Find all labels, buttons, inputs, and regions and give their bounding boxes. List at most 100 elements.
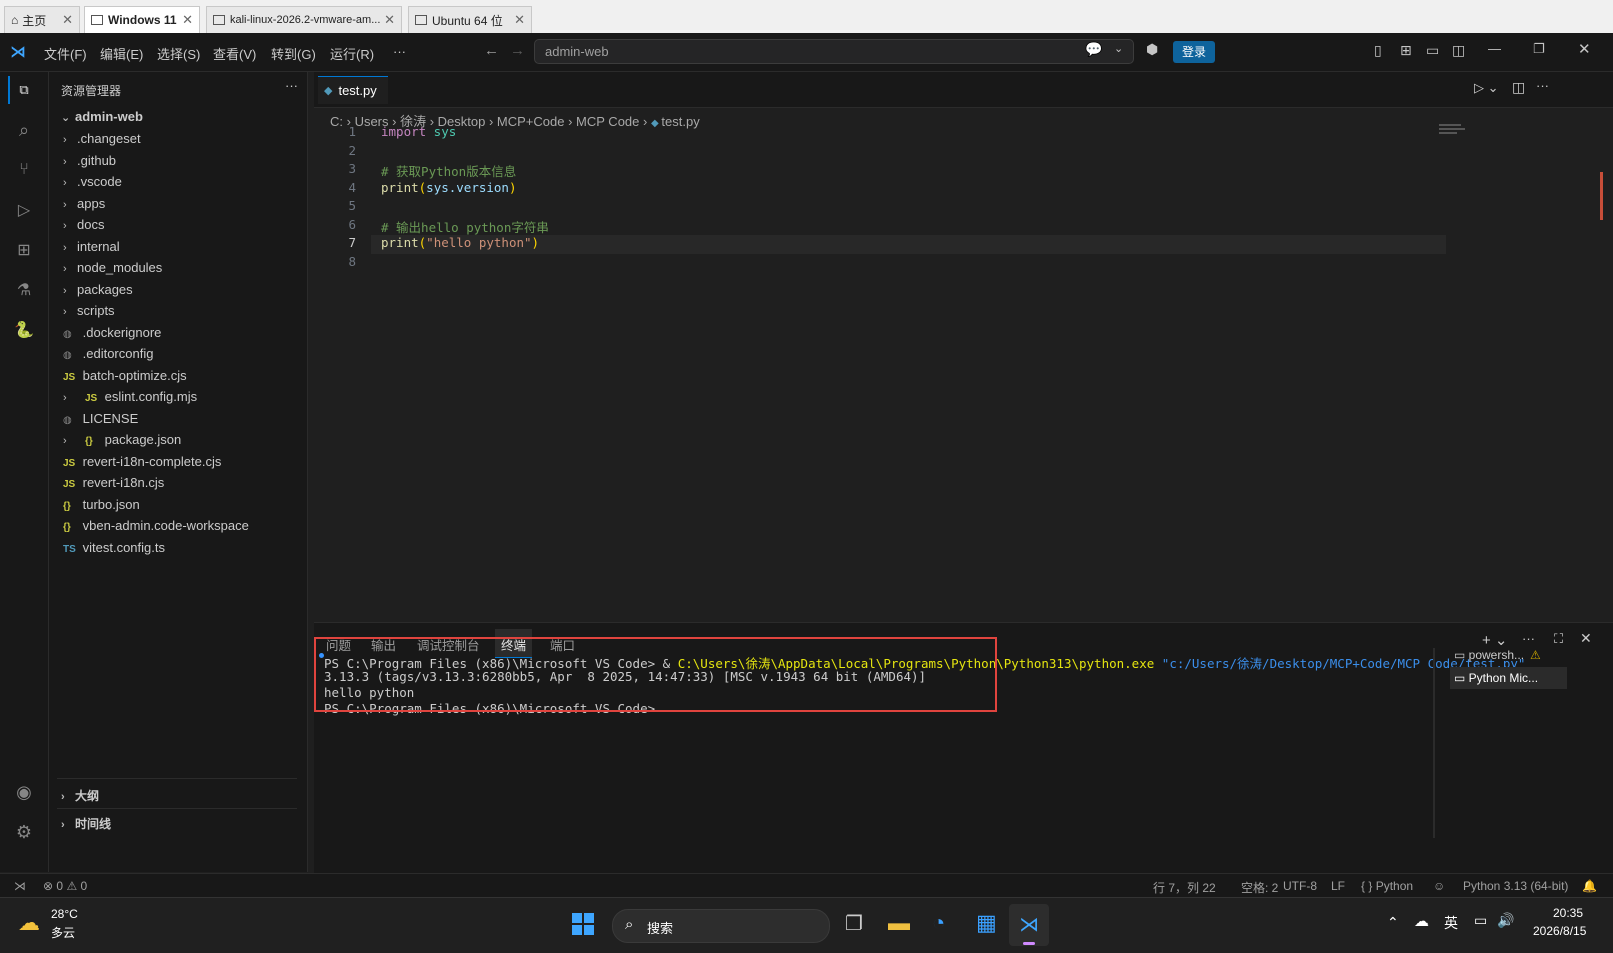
tree-item[interactable]: › apps bbox=[63, 193, 105, 215]
tree-item[interactable]: › JS eslint.config.mjs bbox=[63, 386, 197, 408]
menu-run[interactable]: 运行(R) bbox=[330, 44, 374, 63]
workspace-root[interactable]: ⌄ admin-web bbox=[61, 106, 143, 128]
scrollbar[interactable] bbox=[1600, 172, 1603, 220]
vm-tab-home[interactable]: ⌂ 主页 ✕ bbox=[4, 6, 80, 33]
code-line[interactable]: # 输出hello python字符串 bbox=[381, 217, 549, 236]
code-line[interactable]: # 获取Python版本信息 bbox=[381, 161, 516, 180]
forward-arrow-icon[interactable]: → bbox=[510, 42, 525, 59]
indentation[interactable]: 空格: 2 bbox=[1241, 879, 1278, 896]
copilot-chat-icon[interactable]: 💬 bbox=[1085, 41, 1102, 58]
back-arrow-icon[interactable]: ← bbox=[484, 42, 499, 59]
settings-gear-icon[interactable]: ⚙ bbox=[10, 818, 38, 846]
vm-tab-kali[interactable]: kali-linux-2026.2-vmware-am... ✕ bbox=[206, 6, 402, 33]
task-view-icon[interactable]: ❐ bbox=[845, 911, 863, 936]
editor-more-icon[interactable]: ··· bbox=[1536, 78, 1549, 93]
tree-item[interactable]: {} vben-admin.code-workspace bbox=[63, 515, 249, 537]
tree-item[interactable]: › docs bbox=[63, 214, 104, 236]
minimap[interactable] bbox=[1439, 124, 1469, 136]
close-icon[interactable]: ✕ bbox=[384, 12, 395, 28]
menu-file[interactable]: 文件(F) bbox=[44, 44, 87, 63]
breadcrumb-item[interactable]: MCP Code bbox=[576, 114, 639, 129]
explorer-icon[interactable]: ⧉ bbox=[8, 76, 38, 104]
onedrive-icon[interactable]: ☁ bbox=[1414, 912, 1429, 930]
problems-status[interactable]: ⊗ 0 ⚠ 0 bbox=[43, 879, 87, 893]
python-interpreter[interactable]: Python 3.13 (64-bit) bbox=[1463, 879, 1568, 893]
menu-edit[interactable]: 编辑(E) bbox=[100, 44, 143, 63]
tree-item[interactable]: › .github bbox=[63, 150, 116, 172]
copilot-icon[interactable]: ☺ bbox=[1433, 879, 1445, 893]
ime-indicator[interactable]: 英 bbox=[1444, 913, 1458, 933]
vm-tab-ubuntu[interactable]: Ubuntu 64 位 ✕ bbox=[408, 6, 532, 33]
vscode-taskbar-button[interactable]: ⋊ bbox=[1009, 904, 1049, 946]
close-panel-icon[interactable]: ✕ bbox=[1580, 630, 1592, 647]
breadcrumb-item[interactable]: test.py bbox=[661, 114, 699, 129]
notifications-bell-icon[interactable]: 🔔 bbox=[1582, 879, 1597, 893]
network-icon[interactable]: ▭ bbox=[1474, 912, 1487, 929]
account-icon[interactable]: ◉ bbox=[10, 778, 38, 806]
terminal-list-item-active[interactable]: ▭ Python Mic... bbox=[1450, 667, 1567, 689]
close-icon[interactable]: ✕ bbox=[62, 12, 73, 28]
menu-view[interactable]: 查看(V) bbox=[213, 44, 256, 63]
terminal-list-item[interactable]: ▭ powersh... ⚠ bbox=[1454, 645, 1579, 665]
code-line[interactable]: print("hello python") bbox=[381, 235, 539, 250]
store-icon[interactable]: ▦ bbox=[976, 910, 997, 936]
tree-item[interactable]: › packages bbox=[63, 279, 133, 301]
minimize-icon[interactable]: — bbox=[1488, 41, 1501, 56]
language-mode[interactable]: { } Python bbox=[1361, 879, 1413, 893]
testing-icon[interactable]: ⚗ bbox=[10, 276, 38, 304]
taskbar-search[interactable]: ⌕ 搜索 bbox=[612, 909, 830, 943]
volume-icon[interactable]: 🔊 bbox=[1497, 912, 1514, 929]
tree-item[interactable]: › .vscode bbox=[63, 171, 122, 193]
clock-date[interactable]: 2026/8/15 bbox=[1533, 924, 1586, 938]
toggle-secondary-sidebar-icon[interactable]: ◫ bbox=[1452, 42, 1465, 59]
breadcrumb-item[interactable]: MCP+Code bbox=[497, 114, 565, 129]
tree-item[interactable]: {} turbo.json bbox=[63, 494, 140, 516]
run-debug-icon[interactable]: ▷ bbox=[10, 196, 38, 224]
end-of-line[interactable]: LF bbox=[1331, 879, 1345, 893]
edge-icon[interactable]: ◔ bbox=[932, 910, 945, 936]
search-icon[interactable]: ⌕ bbox=[10, 116, 38, 144]
remote-icon[interactable]: ⋊ bbox=[14, 879, 26, 893]
toggle-sidebar-icon[interactable]: ▯ bbox=[1374, 42, 1382, 59]
weather-temp[interactable]: 28°C bbox=[51, 907, 78, 921]
close-icon[interactable]: ✕ bbox=[182, 12, 193, 28]
customize-layout-icon[interactable]: ⊞ bbox=[1400, 42, 1412, 59]
clock-time[interactable]: 20:35 bbox=[1553, 906, 1583, 920]
vm-tab-windows11[interactable]: Windows 11 ✕ bbox=[84, 6, 200, 33]
tree-item[interactable]: ◍ .editorconfig bbox=[63, 343, 153, 365]
start-windows-icon[interactable] bbox=[572, 913, 594, 935]
tree-item[interactable]: ◍ LICENSE bbox=[63, 408, 138, 430]
tree-item[interactable]: TS vitest.config.ts bbox=[63, 537, 165, 559]
toggle-panel-icon[interactable]: ▭ bbox=[1426, 42, 1439, 59]
tree-item[interactable]: ◍ .dockerignore bbox=[63, 322, 161, 344]
tree-item[interactable]: › .changeset bbox=[63, 128, 141, 150]
code-line[interactable]: import sys bbox=[381, 124, 456, 139]
split-editor-icon[interactable]: ◫ bbox=[1512, 79, 1525, 96]
timeline-section[interactable]: › 时间线 bbox=[61, 813, 111, 835]
panel-more-icon[interactable]: ··· bbox=[1522, 631, 1535, 646]
editor-tab-test-py[interactable]: ◆ test.py bbox=[318, 76, 388, 104]
window-close-icon[interactable]: ✕ bbox=[1578, 40, 1591, 58]
python-icon[interactable]: 🐍 bbox=[10, 316, 38, 344]
chevron-up-icon[interactable]: ⌃ bbox=[1387, 914, 1399, 931]
tree-item[interactable]: JS batch-optimize.cjs bbox=[63, 365, 187, 387]
command-center[interactable]: admin-web bbox=[534, 39, 1134, 64]
tree-item[interactable]: JS revert-i18n-complete.cjs bbox=[63, 451, 221, 473]
weather-desc[interactable]: 多云 bbox=[51, 924, 75, 941]
accounts-shield-icon[interactable]: ⬢ bbox=[1146, 41, 1158, 58]
extensions-icon[interactable]: ⊞ bbox=[10, 236, 38, 264]
close-icon[interactable]: ✕ bbox=[514, 12, 525, 28]
source-control-icon[interactable]: ⑂ bbox=[10, 156, 38, 184]
chevron-down-icon[interactable]: ⌄ bbox=[1114, 42, 1123, 55]
code-line[interactable]: print(sys.version) bbox=[381, 180, 517, 195]
tree-item[interactable]: ›{} package.json bbox=[63, 429, 181, 451]
menu-more[interactable]: ··· bbox=[393, 44, 406, 59]
tree-item[interactable]: › internal bbox=[63, 236, 120, 258]
menu-go[interactable]: 转到(G) bbox=[271, 44, 316, 63]
run-python-icon[interactable]: ▷ ⌄ bbox=[1474, 80, 1499, 96]
encoding[interactable]: UTF-8 bbox=[1283, 879, 1317, 893]
file-explorer-icon[interactable]: ▬ bbox=[888, 910, 910, 936]
cursor-position[interactable]: 行 7，列 22 bbox=[1153, 879, 1216, 896]
restore-icon[interactable]: ❐ bbox=[1533, 41, 1545, 57]
login-button[interactable]: 登录 bbox=[1173, 41, 1215, 63]
